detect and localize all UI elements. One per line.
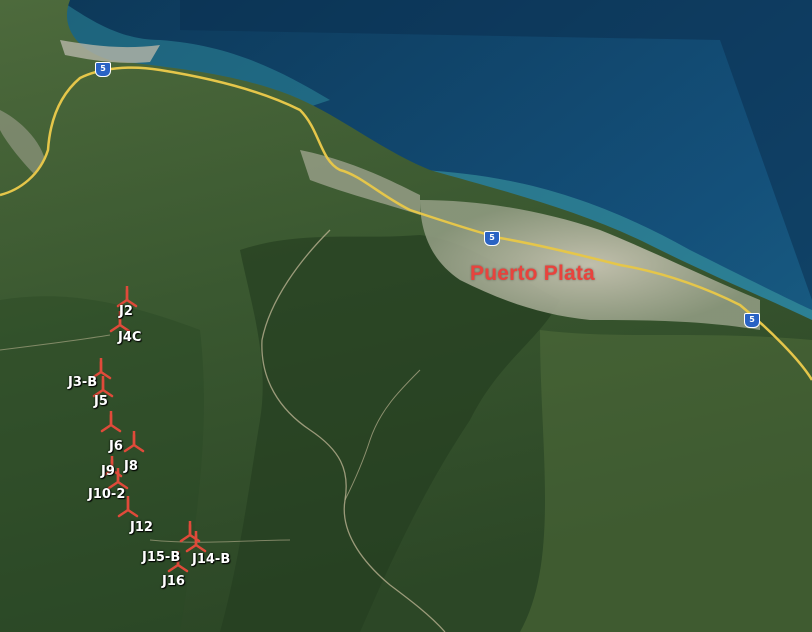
highway-shield: 5 (95, 62, 111, 77)
turbine-label[interactable]: J12 (130, 520, 153, 535)
turbine-label[interactable]: J4C (118, 330, 141, 345)
satellite-map[interactable]: 5 5 5 Puerto Plata J2 J4C J3-B J5 J6 J8 … (0, 0, 812, 632)
turbine-label[interactable]: J10-2 (88, 487, 125, 502)
turbine-label[interactable]: J9 (101, 464, 115, 479)
turbine-label[interactable]: J3-B (68, 375, 97, 390)
highway-shield: 5 (744, 313, 760, 328)
turbine-label[interactable]: J16 (162, 574, 185, 589)
turbine-label[interactable]: J2 (119, 304, 133, 319)
turbine-label[interactable]: J14-B (192, 552, 230, 567)
city-label: Puerto Plata (470, 262, 595, 285)
turbine-label[interactable]: J6 (109, 439, 123, 454)
turbine-label[interactable]: J15-B (142, 550, 180, 565)
turbine-label[interactable]: J8 (124, 459, 138, 474)
turbine-label[interactable]: J5 (94, 394, 108, 409)
highway-shield: 5 (484, 231, 500, 246)
